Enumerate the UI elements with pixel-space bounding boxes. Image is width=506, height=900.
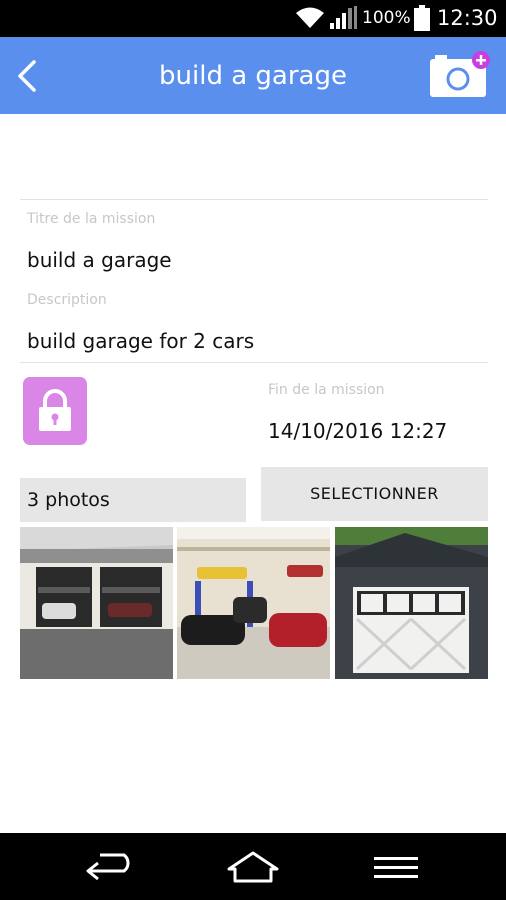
navigation-bar <box>0 833 506 900</box>
garage-photo-2[interactable] <box>177 527 330 679</box>
description-field-label: Description <box>27 292 107 308</box>
end-date-field[interactable]: 14/10/2016 12:27 <box>268 418 447 444</box>
app-bar: build a garage <box>0 37 506 114</box>
title-field[interactable]: build a garage <box>27 247 172 273</box>
home-icon[interactable] <box>223 849 283 885</box>
photos-count: 3 photos <box>20 478 246 522</box>
back-arrow-icon[interactable] <box>82 849 142 885</box>
lock-icon <box>39 389 71 431</box>
clock: 12:30 <box>437 6 498 30</box>
end-date-label: Fin de la mission <box>268 382 385 398</box>
description-field[interactable]: build garage for 2 cars <box>27 328 254 354</box>
garage-photo-3[interactable] <box>335 527 488 679</box>
menu-icon[interactable] <box>366 849 426 885</box>
divider <box>20 199 488 200</box>
battery-percent: 100% <box>362 8 411 28</box>
camera-add-icon[interactable] <box>425 49 493 101</box>
lock-toggle[interactable] <box>23 377 87 445</box>
wifi-icon <box>296 7 324 28</box>
garage-photo-1[interactable] <box>20 527 173 679</box>
battery-icon <box>414 5 430 31</box>
title-field-label: Titre de la mission <box>27 211 156 227</box>
status-bar: 100% 12:30 <box>0 0 506 37</box>
signal-icon <box>330 6 357 29</box>
divider <box>20 362 488 363</box>
select-button[interactable]: SELECTIONNER <box>261 467 488 521</box>
